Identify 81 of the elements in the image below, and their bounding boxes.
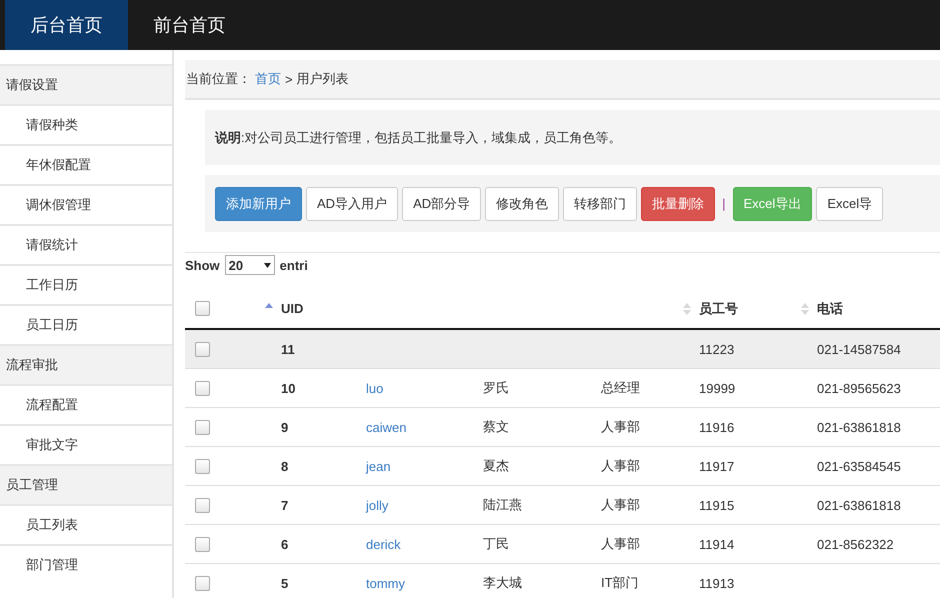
sidebar-item[interactable]: 部门管理 xyxy=(0,544,172,584)
breadcrumb-current: 用户列表 xyxy=(296,70,349,88)
uid-cell: 10 xyxy=(281,380,296,396)
sidebar-item[interactable]: 年休假配置 xyxy=(0,144,172,184)
phone-cell: 021-63861818 xyxy=(817,498,901,512)
row-checkbox[interactable] xyxy=(195,498,210,512)
username-link[interactable]: derick xyxy=(366,536,401,552)
uid-cell: 6 xyxy=(281,536,288,552)
sidebar-item[interactable]: 员工列表 xyxy=(0,504,172,544)
name-cell: 夏杰 xyxy=(483,458,509,473)
sidebar-item[interactable]: 请假统计 xyxy=(0,224,172,264)
toolbar-separator: | xyxy=(721,196,727,211)
department-cell: 人事部 xyxy=(601,419,640,434)
toolbar-button[interactable]: 添加新用户 xyxy=(215,186,302,220)
toolbar-button[interactable]: AD部分导 xyxy=(402,186,482,220)
employee-number-cell: 19999 xyxy=(699,380,736,396)
show-label: Show xyxy=(185,258,220,272)
sidebar-item[interactable]: 请假种类 xyxy=(0,104,172,144)
phone-cell: 021-63861818 xyxy=(817,420,901,434)
breadcrumb-separator: > xyxy=(285,72,293,86)
sidebar-group[interactable]: 流程审批 xyxy=(0,344,172,384)
uid-cell: 11 xyxy=(281,342,295,356)
caret-icon xyxy=(264,262,271,268)
phone-cell: 021-63584545 xyxy=(817,458,901,474)
select-all-checkbox[interactable] xyxy=(195,301,210,316)
page-length-select[interactable]: 20 xyxy=(224,255,275,275)
name-cell: 蔡文 xyxy=(483,419,509,434)
sidebar-group[interactable]: 请假设置 xyxy=(0,64,172,104)
name-cell: 罗氏 xyxy=(483,380,509,395)
column-header[interactable]: 员工号 xyxy=(699,300,738,318)
uid-cell: 5 xyxy=(281,576,288,590)
phone-cell: 021-14587584 xyxy=(817,342,901,356)
sort-icon[interactable] xyxy=(683,302,691,316)
row-checkbox[interactable] xyxy=(195,536,210,552)
employee-number-cell: 11914 xyxy=(699,536,734,552)
uid-cell: 9 xyxy=(281,420,288,434)
name-cell: 李大城 xyxy=(483,575,522,590)
username-link[interactable]: jolly xyxy=(366,498,388,512)
uid-cell: 7 xyxy=(281,498,288,512)
breadcrumb-label: 当前位置： xyxy=(186,70,251,88)
entries-label: entri xyxy=(280,258,308,272)
row-checkbox[interactable] xyxy=(195,458,210,474)
name-cell: 丁民 xyxy=(483,536,509,551)
home-link[interactable]: 首页 xyxy=(255,70,281,88)
department-cell: IT部门 xyxy=(601,575,639,590)
phone-cell: 021-89565623 xyxy=(817,380,901,396)
sidebar-item[interactable]: 工作日历 xyxy=(0,264,172,304)
row-checkbox[interactable] xyxy=(195,380,210,396)
username-link[interactable]: tommy xyxy=(366,576,405,590)
nav-tab[interactable]: 前台首页 xyxy=(128,0,251,50)
toolbar-button[interactable]: AD导入用户 xyxy=(306,186,398,220)
department-cell: 人事部 xyxy=(601,497,640,512)
department-cell: 总经理 xyxy=(601,380,640,395)
employee-number-cell: 11913 xyxy=(699,576,734,590)
employee-number-cell: 11915 xyxy=(699,498,734,512)
row-checkbox[interactable] xyxy=(195,420,210,434)
uid-cell: 8 xyxy=(281,458,288,474)
description-text: 说明:对公司员工进行管理，包括员工批量导入，域集成，员工角色等。 xyxy=(215,128,622,146)
toolbar-button[interactable]: 批量删除 xyxy=(641,186,716,220)
username-link[interactable]: luo xyxy=(366,380,384,396)
toolbar-button[interactable]: Excel导 xyxy=(816,186,884,220)
sidebar-group[interactable]: 员工管理 xyxy=(0,464,172,504)
username-link[interactable]: caiwen xyxy=(366,420,406,434)
toolbar-button[interactable]: 转移部门 xyxy=(563,186,638,220)
column-header[interactable]: 电话 xyxy=(817,300,843,318)
row-checkbox[interactable] xyxy=(195,576,210,590)
department-cell: 人事部 xyxy=(601,458,640,473)
sidebar-item[interactable]: 流程配置 xyxy=(0,384,172,424)
department-cell: 人事部 xyxy=(601,536,640,551)
row-checkbox[interactable] xyxy=(195,342,210,356)
name-cell: 陆江燕 xyxy=(483,497,522,512)
toolbar-button[interactable]: 修改角色 xyxy=(485,186,560,220)
employee-number-cell: 11916 xyxy=(699,420,734,434)
employee-number-cell: 11223 xyxy=(699,342,734,356)
nav-tab[interactable]: 后台首页 xyxy=(5,0,128,50)
username-link[interactable]: jean xyxy=(366,458,391,474)
column-header[interactable]: UID xyxy=(281,301,304,316)
sidebar-item[interactable]: 调休假管理 xyxy=(0,184,172,224)
phone-cell: 021-8562322 xyxy=(817,536,894,552)
employee-number-cell: 11917 xyxy=(699,458,734,474)
sort-icon[interactable] xyxy=(801,302,809,316)
